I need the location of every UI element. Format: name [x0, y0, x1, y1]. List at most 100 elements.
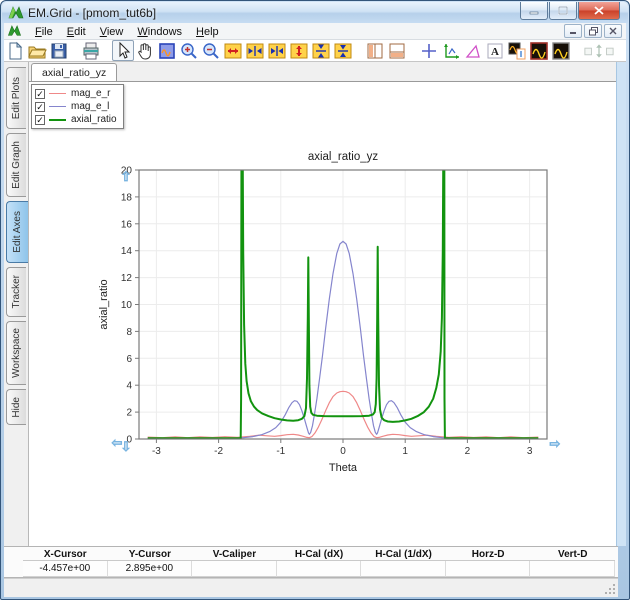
status-bar	[4, 578, 618, 597]
axis-handle-icon[interactable]: ⇨	[549, 436, 561, 452]
x-tick-label: 2	[465, 446, 471, 457]
sidebar-tab-label: Edit Graph	[11, 141, 22, 189]
toolbar: ALayout	[4, 40, 626, 62]
compress-y-button[interactable]	[332, 40, 354, 61]
cursor-value-cell: -4.457e+00	[23, 561, 108, 577]
zoom-out-icon	[203, 42, 219, 59]
pan-hand-button[interactable]	[134, 40, 156, 61]
axis-handle-icon[interactable]: ⇧	[120, 169, 132, 185]
text-a-icon: A	[487, 43, 503, 58]
select-pointer-button[interactable]	[112, 40, 134, 61]
mdi-minimize-button[interactable]	[564, 24, 582, 38]
open-file-button[interactable]	[26, 40, 48, 61]
cursor-value-cell	[276, 561, 362, 577]
new-file-button[interactable]	[4, 40, 26, 61]
cross-icon	[422, 43, 436, 58]
x-tick-label: -1	[276, 446, 285, 457]
link-vertical-button[interactable]	[582, 40, 616, 61]
compress-x-button[interactable]	[266, 40, 288, 61]
dark-plot-gray-icon	[552, 41, 570, 60]
zoom-box-icon	[159, 42, 175, 59]
legend-line-sample	[49, 118, 66, 121]
cursor-value-cell	[361, 561, 446, 577]
axes-icon	[444, 43, 459, 59]
chart-svg[interactable]: -3 -2 -1 0 1 2 302468101214161820axial_ratio_y…	[97, 147, 577, 479]
sidebar-tab-edit-graph[interactable]: Edit Graph	[6, 133, 26, 197]
minimize-button[interactable]	[520, 2, 548, 20]
zoom-out-button[interactable]	[200, 40, 222, 61]
expand-y-button[interactable]	[310, 40, 332, 61]
expand-x-button[interactable]	[244, 40, 266, 61]
cursor-col-header: Y-Cursor	[107, 548, 193, 561]
chart-title: axial_ratio_yz	[308, 151, 379, 163]
content-area: axial_ratio_yz ✓ mag_e_r ✓ mag_e_l ✓ axial_ra…	[28, 62, 618, 546]
menu-windows[interactable]: Windows	[130, 25, 189, 39]
x-tick-label: 1	[402, 446, 408, 457]
menu-file[interactable]: File	[28, 25, 60, 39]
x-axis-label: Theta	[329, 462, 358, 474]
app-logo-icon	[8, 5, 24, 18]
legend-checkbox[interactable]: ✓	[35, 88, 45, 99]
full-scale-x-button[interactable]	[222, 40, 244, 61]
x-full-scale-icon	[224, 43, 242, 58]
cross-cursor-button[interactable]	[418, 40, 440, 61]
y-tick-label: 2	[126, 408, 132, 419]
copy-graph-button[interactable]	[506, 40, 528, 61]
full-scale-y-button[interactable]	[288, 40, 310, 61]
sidebar-tab-label: Hide	[11, 396, 22, 418]
legend-checkbox[interactable]: ✓	[35, 114, 45, 125]
mdi-close-button[interactable]	[604, 24, 622, 38]
save-button[interactable]	[48, 40, 70, 61]
cursor-col-header: X-Cursor	[23, 548, 108, 561]
menu-help[interactable]: Help	[189, 25, 226, 39]
mdi-buttons	[562, 24, 622, 38]
y-tick-label: 18	[121, 192, 133, 203]
y-compress-icon	[334, 43, 352, 58]
menu-edit[interactable]: Edit	[60, 25, 93, 39]
x-compress-icon	[268, 43, 286, 58]
close-icon	[609, 27, 617, 35]
legend-item-axial_ratio: ✓ axial_ratio	[35, 113, 117, 126]
sidebar-tab-tracker[interactable]: Tracker	[6, 267, 26, 317]
document-tab-axial_ratio_yz[interactable]: axial_ratio_yz	[31, 63, 118, 81]
right-gutter	[616, 62, 626, 546]
split-vertical-button[interactable]	[364, 40, 386, 61]
close-button[interactable]	[578, 2, 620, 20]
cursor-value-cell	[445, 561, 531, 577]
print-button[interactable]	[80, 40, 102, 61]
cursor-value-cell	[530, 561, 615, 577]
sidebar-tab-label: Tracker	[11, 275, 22, 309]
copy-graph-icon	[508, 42, 526, 59]
y-tick-label: 8	[126, 327, 132, 338]
sidebar-tab-hide[interactable]: Hide	[6, 389, 26, 425]
legend-label: mag_e_l	[71, 101, 110, 112]
caliper-triangle-button[interactable]	[462, 40, 484, 61]
text-annotation-button[interactable]: A	[484, 40, 506, 61]
sidebar-tab-label: Edit Axes	[12, 211, 23, 253]
menu-view[interactable]: View	[93, 25, 131, 39]
legend-checkbox[interactable]: ✓	[35, 101, 45, 112]
dark-plot-button[interactable]	[528, 40, 550, 61]
axis-handle-icon[interactable]: ⇦	[111, 435, 123, 451]
pointer-arrow-icon	[119, 41, 131, 59]
resize-grip-icon[interactable]	[604, 583, 616, 595]
y-tick-label: 14	[121, 246, 133, 257]
y-tick-label: 16	[121, 219, 133, 230]
axes-marker-button[interactable]	[440, 40, 462, 61]
x-tick-label: -3	[152, 446, 161, 457]
plot-canvas: ✓ mag_e_r ✓ mag_e_l ✓ axial_ratio -3 -2 -1 0 1 2 3 0…	[29, 81, 618, 546]
maximize-button[interactable]	[549, 2, 577, 20]
zoom-in-button[interactable]	[178, 40, 200, 61]
save-floppy-icon	[51, 43, 67, 58]
split-horizontal-button[interactable]	[386, 40, 408, 61]
sidebar-tab-label: Workspace	[11, 328, 22, 378]
x-tick-label: 0	[340, 446, 346, 457]
cursor-readout-panel: X-Cursor Y-Cursor V-Caliper H-Cal (dX) H-Cal…	[4, 546, 618, 578]
dark-plot2-button[interactable]	[550, 40, 572, 61]
zoom-window-button[interactable]	[156, 40, 178, 61]
mdi-restore-button[interactable]	[584, 24, 602, 38]
title-bar[interactable]: EM.Grid - [pmom_tut6b]	[2, 2, 628, 23]
sidebar-tab-workspace[interactable]: Workspace	[6, 321, 26, 385]
sidebar-tab-edit-plots[interactable]: Edit Plots	[6, 67, 26, 129]
sidebar-tab-edit-axes[interactable]: Edit Axes	[6, 201, 28, 263]
